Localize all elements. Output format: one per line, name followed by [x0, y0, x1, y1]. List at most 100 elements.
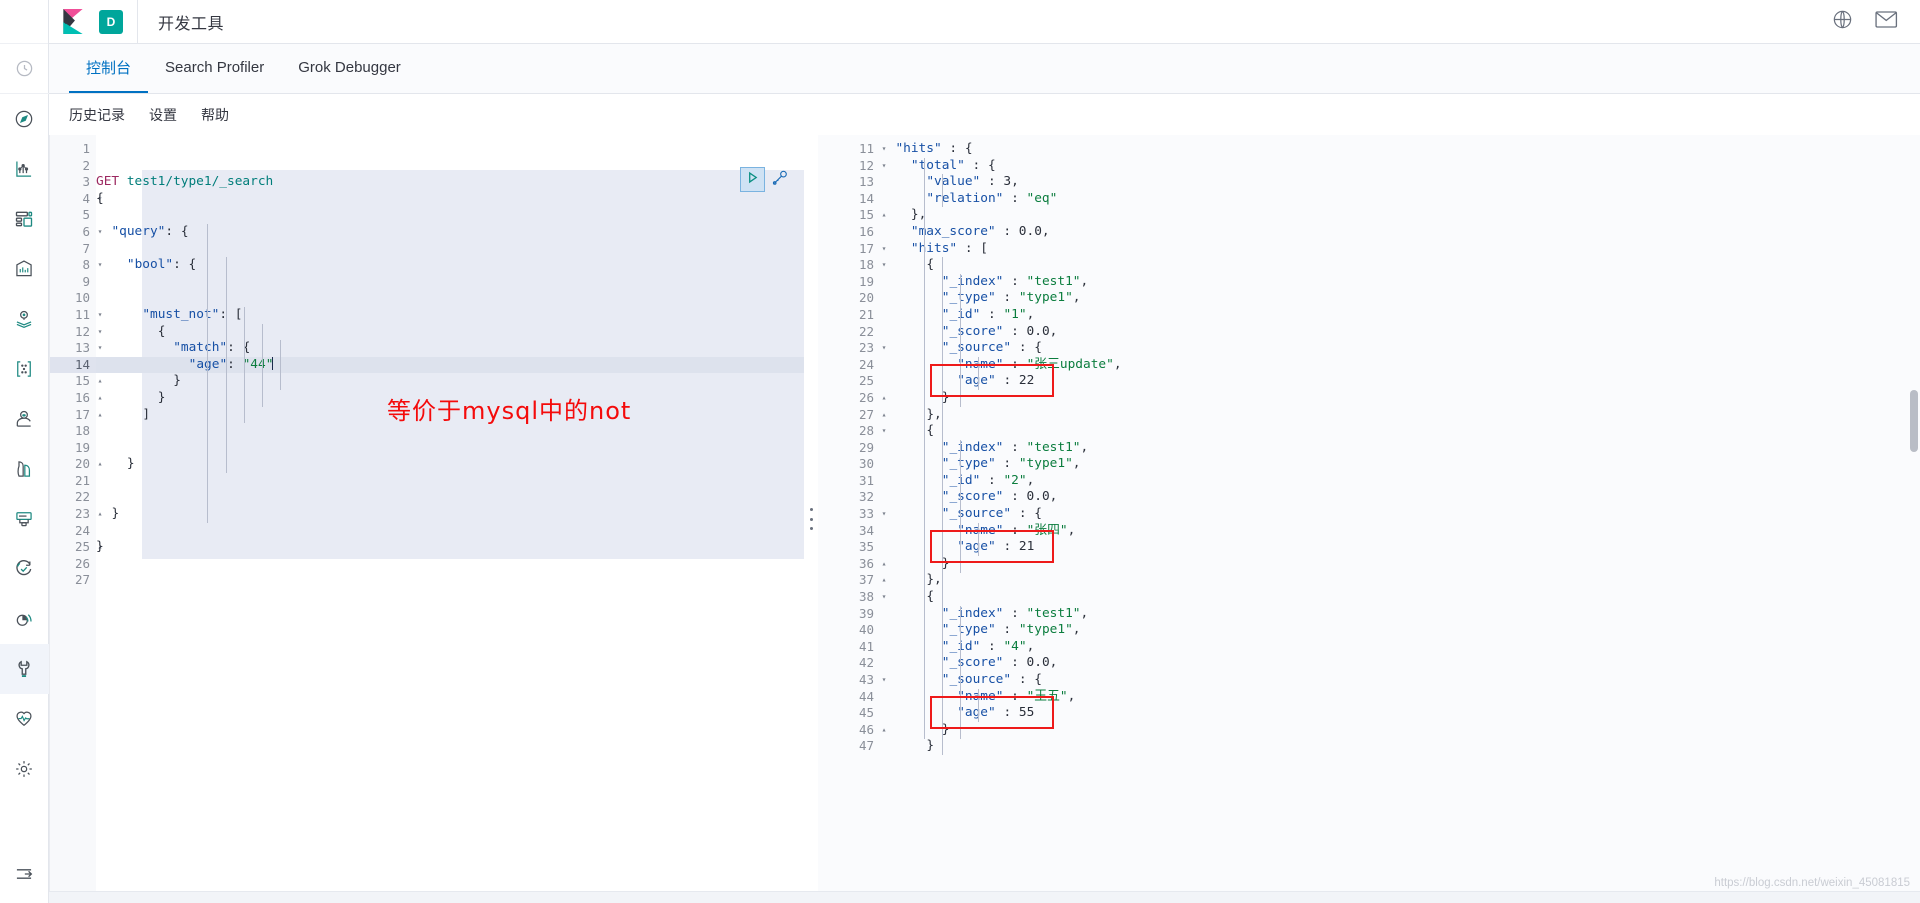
request-code-line[interactable]: "must_not": [	[96, 307, 804, 324]
response-code-line[interactable]: },	[880, 407, 1920, 424]
sidebar-item-logs[interactable]	[0, 494, 49, 544]
request-code-line[interactable]	[96, 523, 804, 540]
send-request-button[interactable]	[740, 167, 765, 192]
request-code-line[interactable]	[96, 290, 804, 307]
request-editor-pane[interactable]: 1 2 3 4 ▾ 5 6 ▾ 7 8 ▾ 9 10 11 ▾ 12 ▾ 13 ▾ 14 15 ▴ 16 ▴ 17 ▴ 18 19 20…	[49, 135, 804, 903]
submenu-history[interactable]: 历史记录	[69, 105, 125, 125]
space-avatar-badge[interactable]: D	[99, 9, 123, 34]
request-code-line[interactable]	[96, 158, 804, 175]
response-code-line[interactable]: "hits" : [	[880, 241, 1920, 258]
response-scrollbar-thumb[interactable]	[1910, 390, 1918, 452]
response-code-line[interactable]: }	[880, 738, 1920, 755]
sidebar-item-visualize[interactable]	[0, 144, 49, 194]
sidebar-item-graph[interactable]	[0, 344, 49, 394]
response-code-line[interactable]: "_score" : 0.0,	[880, 324, 1920, 341]
request-code-line[interactable]: }	[96, 539, 804, 556]
sidebar-item-dev-tools[interactable]	[0, 644, 49, 694]
response-code-line[interactable]: {	[880, 423, 1920, 440]
response-code-line[interactable]: }	[880, 390, 1920, 407]
request-code-line[interactable]	[96, 473, 804, 490]
request-editor[interactable]: 1 2 3 4 ▾ 5 6 ▾ 7 8 ▾ 9 10 11 ▾ 12 ▾ 13 ▾ 14 15 ▴ 16 ▴ 17 ▴ 18 19 20…	[50, 135, 804, 903]
sidebar-item-maps[interactable]	[0, 294, 49, 344]
response-code-line[interactable]: "age" : 55	[880, 705, 1920, 722]
response-code-line[interactable]: "max_score" : 0.0,	[880, 224, 1920, 241]
sidebar-item-recently-viewed[interactable]	[0, 44, 49, 94]
response-code-line[interactable]: "_index" : "test1",	[880, 440, 1920, 457]
response-code-line[interactable]: "_id" : "4",	[880, 639, 1920, 656]
submenu-help[interactable]: 帮助	[201, 105, 229, 125]
request-code-area[interactable]: GET test1/type1/_search{ "query": { "boo…	[96, 135, 804, 903]
response-code-line[interactable]: },	[880, 572, 1920, 589]
request-code-line[interactable]: "query": {	[96, 224, 804, 241]
response-code-line[interactable]: "name" : "王五",	[880, 689, 1920, 706]
response-code-line[interactable]: "total" : {	[880, 158, 1920, 175]
tab-search-profiler[interactable]: Search Profiler	[148, 44, 281, 93]
response-code-line[interactable]: "_id" : "2",	[880, 473, 1920, 490]
pane-splitter[interactable]	[804, 135, 818, 903]
request-code-line[interactable]: {	[96, 324, 804, 341]
response-code-line[interactable]: "_score" : 0.0,	[880, 655, 1920, 672]
sidebar-item-apm[interactable]	[0, 594, 49, 644]
request-code-line[interactable]: }	[96, 506, 804, 523]
request-code-line[interactable]: {	[96, 191, 804, 208]
sidebar-item-uptime[interactable]	[0, 544, 49, 594]
sidebar-item-canvas[interactable]	[0, 244, 49, 294]
response-code-line[interactable]: "name" : "张四",	[880, 523, 1920, 540]
request-code-line[interactable]	[96, 241, 804, 258]
response-code-area[interactable]: "hits" : { "total" : { "value" : 3, "rel…	[880, 135, 1920, 903]
request-code-line[interactable]: "bool": {	[96, 257, 804, 274]
request-code-line[interactable]	[96, 440, 804, 457]
response-code-line[interactable]: "_source" : {	[880, 340, 1920, 357]
response-gutter-line: 31	[858, 472, 874, 488]
request-code-line[interactable]: GET test1/type1/_search	[96, 174, 804, 191]
response-scroll-track[interactable]	[1909, 135, 1920, 903]
request-code-line[interactable]	[96, 572, 804, 589]
tab-grok-debugger[interactable]: Grok Debugger	[281, 44, 418, 93]
request-code-line[interactable]: "age": "44"	[96, 356, 804, 374]
bottom-horizontal-scrollbar[interactable]	[49, 891, 1920, 903]
response-code-line[interactable]: "_type" : "type1",	[880, 622, 1920, 639]
request-code-line[interactable]	[96, 141, 804, 158]
request-code-line[interactable]: }	[96, 456, 804, 473]
sidebar-item-discover[interactable]	[0, 94, 49, 144]
request-wrench-menu-button[interactable]	[769, 169, 791, 191]
response-code-line[interactable]: }	[880, 556, 1920, 573]
sidebar-item-management[interactable]	[0, 744, 49, 794]
sidebar-item-dashboard[interactable]	[0, 194, 49, 244]
response-code-line[interactable]: }	[880, 722, 1920, 739]
kibana-logo-wrap[interactable]	[49, 8, 97, 35]
response-code-line[interactable]: "relation" : "eq"	[880, 191, 1920, 208]
response-code-line[interactable]: "age" : 22	[880, 373, 1920, 390]
response-code-line[interactable]: "hits" : {	[880, 141, 1920, 158]
request-code-line[interactable]: "match": {	[96, 340, 804, 357]
submenu-settings[interactable]: 设置	[149, 105, 177, 125]
request-code-line[interactable]	[96, 556, 804, 573]
response-code-line[interactable]: {	[880, 257, 1920, 274]
response-code-line[interactable]: "_source" : {	[880, 672, 1920, 689]
tab-console[interactable]: 控制台	[69, 44, 149, 93]
response-code-line[interactable]: "_type" : "type1",	[880, 290, 1920, 307]
response-code-line[interactable]: "age" : 21	[880, 539, 1920, 556]
request-code-line[interactable]: }	[96, 373, 804, 390]
response-viewer-pane[interactable]: 11 ▾ 12 ▾ 13 14 15 ▴ 16 17 ▾ 18 ▾ 19 20 21 22 23 ▾ 24 25 26 ▴ 2…	[818, 135, 1920, 903]
sidebar-item-infrastructure[interactable]	[0, 444, 49, 494]
response-code-line[interactable]: "name" : "张三update",	[880, 357, 1920, 374]
response-code-line[interactable]: "_type" : "type1",	[880, 456, 1920, 473]
sidebar-item-monitoring[interactable]	[0, 694, 49, 744]
news-mail-button[interactable]	[1875, 10, 1898, 34]
sidebar-item-ml[interactable]	[0, 394, 49, 444]
help-globe-button[interactable]	[1832, 9, 1853, 35]
request-code-line[interactable]	[96, 274, 804, 291]
response-code-line[interactable]: "_index" : "test1",	[880, 606, 1920, 623]
response-editor[interactable]: 11 ▾ 12 ▾ 13 14 15 ▴ 16 17 ▾ 18 ▾ 19 20 21 22 23 ▾ 24 25 26 ▴ 2…	[818, 135, 1920, 903]
response-code-line[interactable]: "_score" : 0.0,	[880, 489, 1920, 506]
response-code-line[interactable]: "_id" : "1",	[880, 307, 1920, 324]
request-code-line[interactable]	[96, 207, 804, 224]
response-code-line[interactable]: },	[880, 207, 1920, 224]
response-code-line[interactable]: {	[880, 589, 1920, 606]
sidebar-collapse-button[interactable]	[0, 849, 49, 903]
request-code-line[interactable]	[96, 489, 804, 506]
response-code-line[interactable]: "value" : 3,	[880, 174, 1920, 191]
response-code-line[interactable]: "_source" : {	[880, 506, 1920, 523]
response-code-line[interactable]: "_index" : "test1",	[880, 274, 1920, 291]
